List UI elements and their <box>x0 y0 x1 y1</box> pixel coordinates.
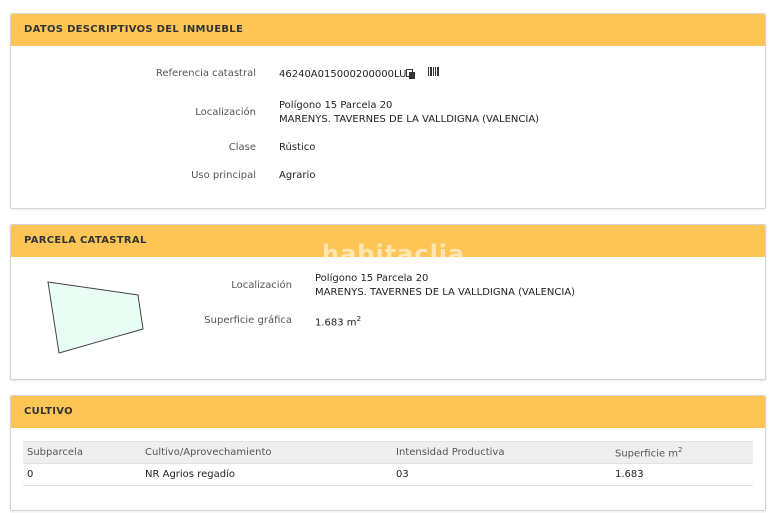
ref-catastral-value: 46240A015000200000LU <box>279 69 407 80</box>
descriptivos-title: DATOS DESCRIPTIVOS DEL INMUEBLE <box>11 14 765 46</box>
parcela-localizacion-line2: MARENYS. TAVERNES DE LA VALLDIGNA (VALEN… <box>315 287 576 298</box>
table-header-row: Subparcela Cultivo/Aprovechamiento Inten… <box>23 441 753 464</box>
descriptivos-panel: DATOS DESCRIPTIVOS DEL INMUEBLE Referenc… <box>10 13 766 209</box>
uso-principal-label: Uso principal <box>191 170 256 181</box>
clase-label: Clase <box>228 142 256 153</box>
localizacion-value-line1: Polígono 15 Parcela 20 <box>279 100 393 111</box>
barcode-icon[interactable] <box>428 67 440 79</box>
ref-catastral-label: Referencia catastral <box>155 68 256 79</box>
col-subparcela: Subparcela <box>23 441 141 464</box>
uso-principal-value: Agrario <box>279 170 316 181</box>
parcel-shape <box>47 281 144 354</box>
copy-icon[interactable] <box>406 69 416 83</box>
col-cultivo: Cultivo/Aprovechamiento <box>141 441 392 464</box>
col-intensidad: Intensidad Productiva <box>392 441 611 464</box>
parcela-localizacion-line1: Polígono 15 Parcela 20 <box>315 273 429 284</box>
cultivo-title: CULTIVO <box>11 396 765 428</box>
col-superficie: Superficie m2 <box>611 441 753 464</box>
cultivo-panel: CULTIVO Subparcela Cultivo/Aprovechamien… <box>10 395 766 511</box>
localizacion-label: Localización <box>195 107 256 118</box>
watermark-logo: habitaclia <box>322 240 466 268</box>
superficie-grafica-value: 1.683 m2 <box>315 315 362 329</box>
table-row: 0 NR Agrios regadío 03 1.683 <box>23 463 753 486</box>
clase-value: Rústico <box>279 142 316 153</box>
localizacion-value-line2: MARENYS. TAVERNES DE LA VALLDIGNA (VALEN… <box>279 114 540 125</box>
cell-subparcela: 0 <box>23 463 141 486</box>
cell-superficie: 1.683 <box>611 463 753 486</box>
parcel-polygon <box>47 281 144 354</box>
parcela-localizacion-label: Localización <box>231 280 292 291</box>
cell-cultivo: NR Agrios regadío <box>141 463 392 486</box>
cell-intensidad: 03 <box>392 463 611 486</box>
cultivo-table: Subparcela Cultivo/Aprovechamiento Inten… <box>23 441 753 486</box>
superficie-grafica-label: Superficie gráfica <box>204 315 292 326</box>
